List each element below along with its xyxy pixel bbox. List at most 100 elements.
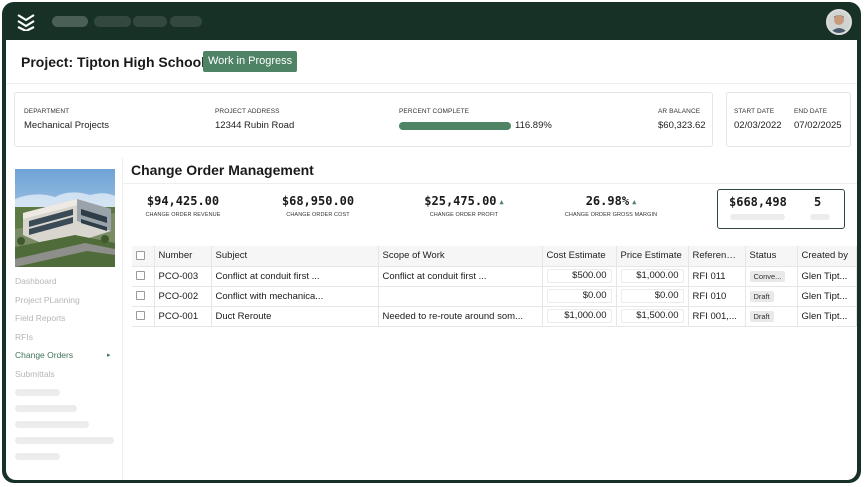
metric-revenue-value: $94,425.00	[146, 194, 220, 208]
cell-number: PCO-001	[154, 306, 212, 327]
price-input[interactable]: $1,000.00	[620, 269, 684, 283]
cell-scope: Conflict at conduit first ...	[378, 266, 543, 287]
row-checkbox[interactable]	[132, 306, 155, 327]
sidebar: Dashboard Project PLanning Field Reports…	[6, 158, 123, 480]
nav-tab-placeholder[interactable]	[52, 16, 88, 27]
cell-number: PCO-003	[154, 266, 212, 287]
end-date-label: END DATE	[794, 108, 828, 115]
cell-price[interactable]: $1,000.00	[616, 266, 689, 287]
sidebar-item-project-planning[interactable]: Project PLanning	[15, 295, 80, 305]
progress-fill	[399, 122, 511, 130]
summary-amount: $668,498	[729, 195, 787, 209]
change-orders-table: Number Subject Scope of Work Cost Estima…	[132, 246, 857, 327]
nav-tab-placeholder[interactable]	[170, 16, 202, 27]
column-header-created-by[interactable]: Created by	[797, 246, 857, 267]
summary-skeleton	[810, 214, 830, 220]
cell-status: Draft	[745, 306, 798, 327]
row-checkbox[interactable]	[132, 266, 155, 287]
avatar-face-icon	[828, 11, 850, 33]
checkbox-icon	[136, 311, 145, 321]
ar-balance-value: $60,323.62	[658, 120, 706, 131]
metric-margin-value: 26.98% ▲	[551, 194, 671, 208]
summary-card[interactable]: $668,498 5	[717, 189, 845, 229]
stack-logo-icon[interactable]	[16, 13, 36, 31]
user-avatar[interactable]	[826, 9, 852, 35]
cell-scope	[378, 286, 543, 307]
project-thumbnail	[15, 169, 115, 267]
cell-created-by: Glen Tipt...	[797, 306, 857, 327]
status-tag: Draft	[749, 310, 774, 322]
table-header-row: Number Subject Scope of Work Cost Estima…	[132, 246, 857, 267]
metric-profit-value: $25,475.00 ▲	[404, 194, 524, 208]
section-header: Change Order Management	[123, 154, 857, 184]
cost-input[interactable]: $0.00	[546, 289, 612, 303]
metric-revenue-label: CHANGE ORDER REVENUE	[145, 212, 221, 218]
cell-scope: Needed to re-route around som...	[378, 306, 543, 327]
column-header-cost[interactable]: Cost Estimate	[542, 246, 617, 267]
metric-margin-amount: 26.98%	[585, 194, 630, 208]
end-date-value: 07/02/2025	[794, 120, 842, 131]
column-header-scope[interactable]: Scope of Work	[378, 246, 543, 267]
sidebar-item-field-reports[interactable]: Field Reports	[15, 313, 66, 323]
ar-balance-label: AR BALANCE	[658, 108, 701, 115]
cell-number: PCO-002	[154, 286, 212, 307]
top-bar	[2, 2, 861, 40]
cell-cost[interactable]: $0.00	[542, 286, 617, 307]
sidebar-item-rfis[interactable]: RFIs	[15, 332, 33, 342]
column-header-status[interactable]: Status	[745, 246, 798, 267]
nav-tab-placeholder[interactable]	[94, 16, 131, 27]
table-row[interactable]: PCO-003 Conflict at conduit first ... Co…	[132, 266, 857, 287]
sidebar-skeleton	[15, 453, 60, 460]
price-input[interactable]: $0.00	[620, 289, 684, 303]
metric-cost-value: $68,950.00	[281, 194, 355, 208]
cost-input[interactable]: $500.00	[546, 269, 612, 283]
column-header-references[interactable]: References	[688, 246, 746, 267]
checkbox-icon	[136, 251, 145, 261]
building-image	[15, 169, 115, 267]
cell-price[interactable]: $1,500.00	[616, 306, 689, 327]
cell-references: RFI 001,...	[688, 306, 746, 327]
dates-card: START DATE 02/03/2022 END DATE 07/02/202…	[726, 92, 851, 147]
address-label: PROJECT ADDRESS	[215, 108, 280, 115]
progress-bar	[399, 122, 511, 130]
cell-references: RFI 010	[688, 286, 746, 307]
section-title: Change Order Management	[131, 162, 314, 178]
nav-tab-placeholder[interactable]	[133, 16, 167, 27]
cost-input[interactable]: $1,000.00	[546, 309, 612, 323]
column-header-subject[interactable]: Subject	[211, 246, 379, 267]
project-header: Project: Tipton High School Work in Prog…	[6, 40, 857, 84]
status-tag: Draft	[749, 290, 774, 302]
sidebar-skeleton	[15, 437, 114, 444]
cell-cost[interactable]: $500.00	[542, 266, 617, 287]
sidebar-item-submittals[interactable]: Submittals	[15, 369, 55, 379]
project-info-card: DEPARTMENT Mechanical Projects PROJECT A…	[14, 92, 713, 147]
select-all-checkbox[interactable]	[132, 246, 155, 267]
cell-subject: Duct Reroute	[211, 306, 379, 327]
cell-created-by: Glen Tipt...	[797, 266, 857, 287]
department-label: DEPARTMENT	[24, 108, 70, 115]
content-area: Project: Tipton High School Work in Prog…	[6, 40, 857, 480]
start-date-label: START DATE	[734, 108, 775, 115]
summary-skeleton	[730, 214, 785, 220]
metric-profit-amount: $25,475.00	[424, 194, 497, 208]
table-row[interactable]: PCO-001 Duct Reroute Needed to re-route …	[132, 306, 857, 327]
sidebar-skeleton	[15, 389, 60, 396]
table-row[interactable]: PCO-002 Conflict with mechanica... $0.00…	[132, 286, 857, 307]
metric-profit-label: CHANGE ORDER PROFIT	[429, 212, 499, 218]
sidebar-skeleton	[15, 405, 77, 412]
price-input[interactable]: $1,500.00	[620, 309, 684, 323]
app-window: Project: Tipton High School Work in Prog…	[2, 2, 861, 483]
cell-cost[interactable]: $1,000.00	[542, 306, 617, 327]
sidebar-item-change-orders[interactable]: Change Orders	[15, 350, 73, 360]
arrow-up-icon: ▲	[632, 197, 637, 206]
cell-price[interactable]: $0.00	[616, 286, 689, 307]
page-title: Project: Tipton High School	[21, 54, 206, 70]
cell-created-by: Glen Tipt...	[797, 286, 857, 307]
column-header-price[interactable]: Price Estimate	[616, 246, 689, 267]
column-header-number[interactable]: Number	[154, 246, 212, 267]
sidebar-skeleton	[15, 421, 89, 428]
metric-margin-label: CHANGE ORDER GROSS MARGIN	[564, 212, 658, 218]
department-value: Mechanical Projects	[24, 120, 110, 131]
row-checkbox[interactable]	[132, 286, 155, 307]
sidebar-item-dashboard[interactable]: Dashboard	[15, 276, 57, 286]
